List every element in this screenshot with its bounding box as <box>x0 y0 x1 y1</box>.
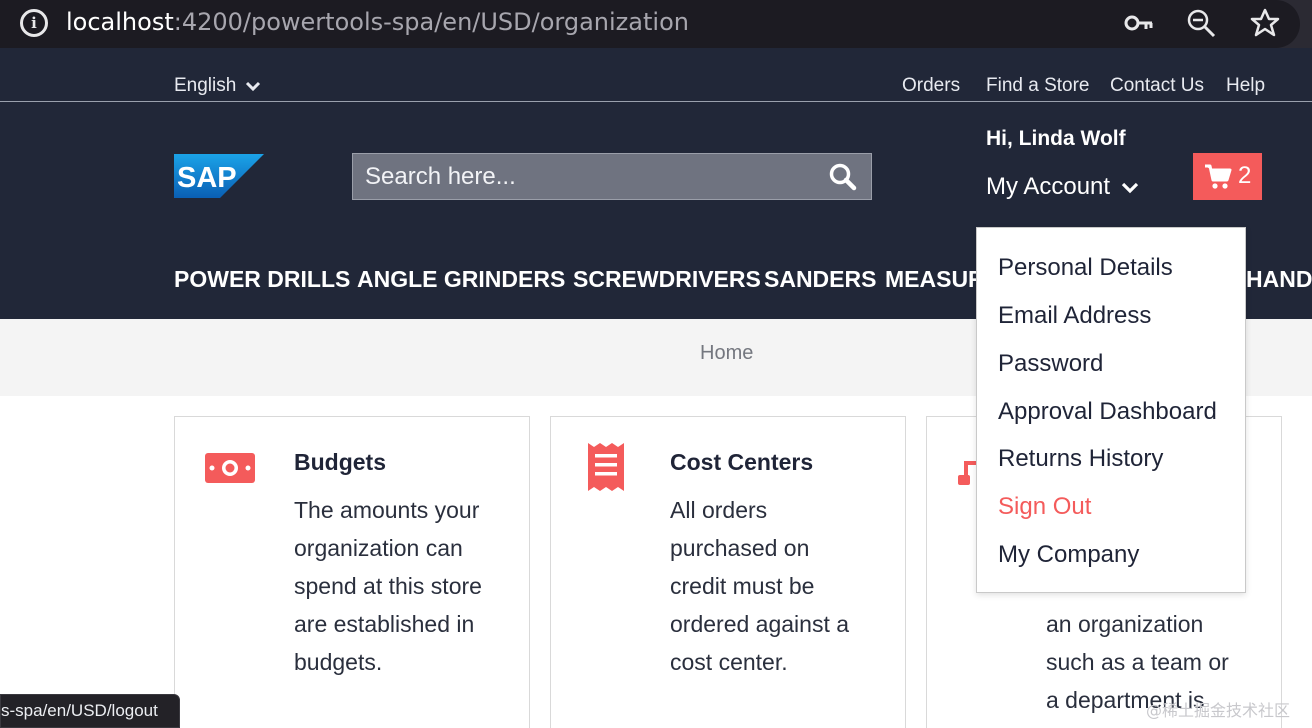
user-greeting: Hi, Linda Wolf <box>986 127 1126 150</box>
sap-logo[interactable]: SAP <box>174 154 264 198</box>
menu-item-approval-dashboard[interactable]: Approval Dashboard <box>998 397 1217 427</box>
browser-status-bar: s-spa/en/USD/logout <box>0 694 180 728</box>
nav-power-drills[interactable]: POWER DRILLS <box>174 264 350 294</box>
menu-item-sign-out[interactable]: Sign Out <box>998 492 1091 522</box>
star-icon[interactable] <box>1250 8 1280 38</box>
language-selector[interactable]: English <box>174 74 236 98</box>
help-link[interactable]: Help <box>1226 74 1265 98</box>
nav-measuring[interactable]: MEASUR <box>885 264 985 294</box>
nav-screwdrivers[interactable]: SCREWDRIVERS <box>573 264 761 294</box>
card-text: All orders <box>670 497 768 523</box>
url-host: localhost <box>66 8 174 36</box>
card-title: Cost Centers <box>670 449 814 475</box>
nav-hand-tools[interactable]: HAND <box>1246 264 1312 294</box>
chevron-down-icon[interactable] <box>1121 180 1139 196</box>
card-text: such as a team or <box>1046 649 1229 675</box>
search-box <box>352 153 872 200</box>
card-text: ordered against a <box>670 611 850 637</box>
my-account-toggle[interactable]: My Account <box>986 172 1110 202</box>
cart-count: 2 <box>1238 162 1252 189</box>
address-bar[interactable]: i localhost:4200/powertools-spa/en/USD/o… <box>0 0 1300 48</box>
menu-item-returns-history[interactable]: Returns History <box>998 444 1163 474</box>
url-text[interactable]: localhost:4200/powertools-spa/en/USD/org… <box>66 6 689 38</box>
search-icon[interactable] <box>827 162 859 192</box>
orders-link[interactable]: Orders <box>902 74 960 98</box>
find-store-link[interactable]: Find a Store <box>986 74 1090 98</box>
menu-item-password[interactable]: Password <box>998 349 1103 379</box>
receipt-icon <box>588 443 624 491</box>
card-text: budgets. <box>294 649 383 675</box>
card-text: organization can <box>294 535 463 561</box>
cart-icon <box>1205 164 1232 189</box>
status-url: s-spa/en/USD/logout <box>1 701 158 720</box>
url-path: :4200/powertools-spa/en/USD/organization <box>173 8 689 36</box>
card-title: Budgets <box>294 449 386 475</box>
card-text: credit must be <box>670 573 815 599</box>
zoom-icon[interactable] <box>1186 8 1216 38</box>
cost-centers-card[interactable]: Cost Centers All orders purchased on cre… <box>550 416 906 728</box>
logo-text: SAP <box>177 162 237 194</box>
card-text: spend at this store <box>294 573 482 599</box>
account-dropdown-menu: Personal Details Email Address Password … <box>976 227 1246 593</box>
card-text: purchased on <box>670 535 810 561</box>
info-icon[interactable]: i <box>20 9 48 37</box>
card-text: The amounts your <box>294 497 480 523</box>
nav-angle-grinders[interactable]: ANGLE GRINDERS <box>357 264 565 294</box>
browser-toolbar: i localhost:4200/powertools-spa/en/USD/o… <box>0 0 1312 48</box>
card-text: are established in <box>294 611 475 637</box>
breadcrumb-home[interactable]: Home <box>700 340 753 366</box>
money-icon <box>205 453 255 483</box>
chevron-down-icon[interactable] <box>245 79 261 93</box>
menu-item-email-address[interactable]: Email Address <box>998 301 1151 331</box>
menu-item-my-company[interactable]: My Company <box>998 540 1139 570</box>
menu-item-personal-details[interactable]: Personal Details <box>998 253 1173 283</box>
card-text: cost center. <box>670 649 788 675</box>
search-input[interactable] <box>353 154 813 199</box>
card-text: an organization <box>1046 611 1204 637</box>
watermark: @稀土掘金技术社区 <box>1146 701 1291 720</box>
contact-us-link[interactable]: Contact Us <box>1110 74 1204 98</box>
budgets-card[interactable]: Budgets The amounts your organization ca… <box>174 416 530 728</box>
cart-button[interactable]: 2 <box>1193 153 1262 200</box>
nav-sanders[interactable]: SANDERS <box>764 264 876 294</box>
key-icon[interactable] <box>1124 8 1154 38</box>
